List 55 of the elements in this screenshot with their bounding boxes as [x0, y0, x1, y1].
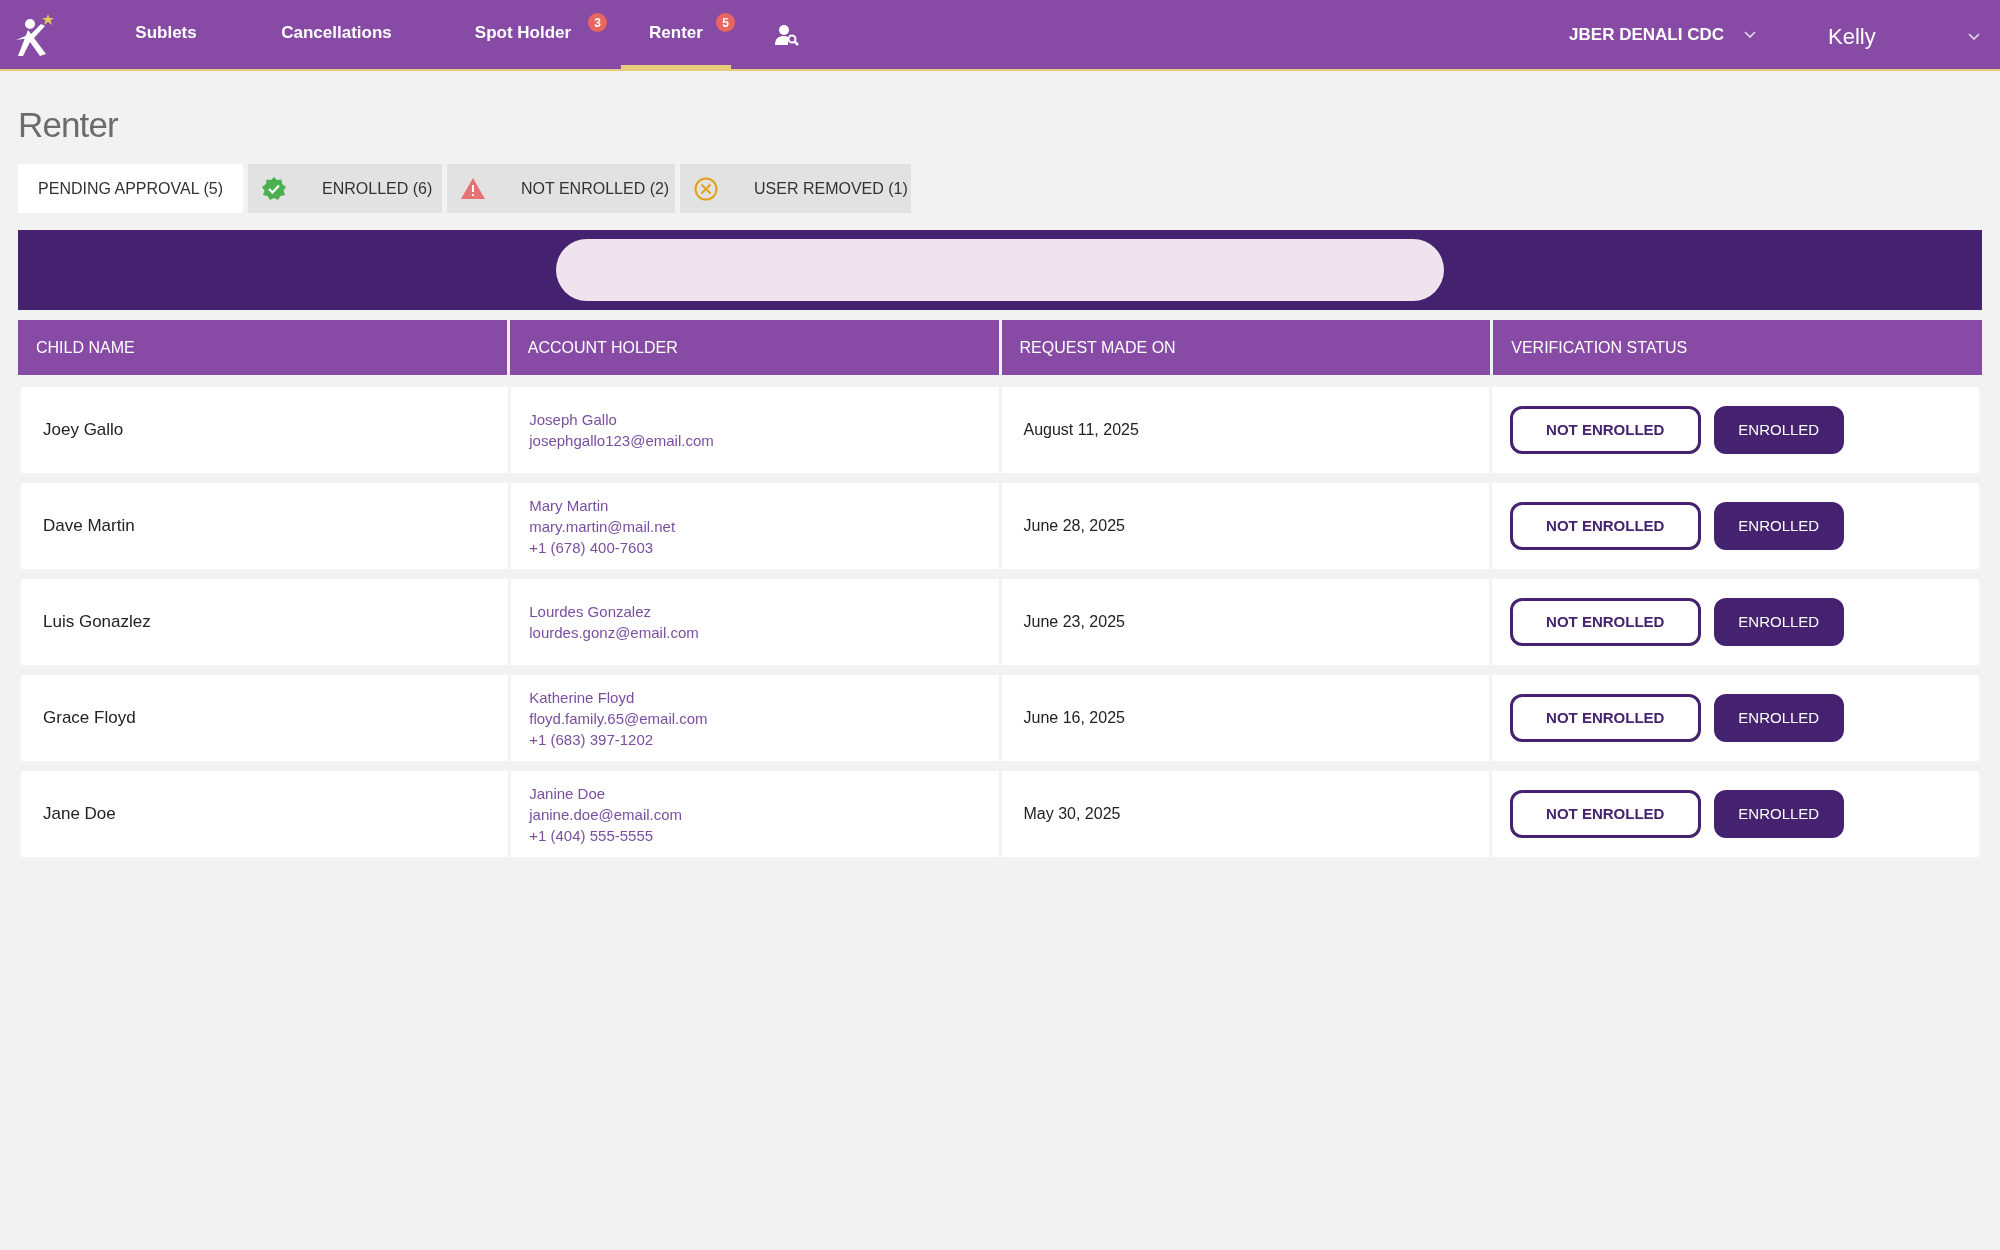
enrolled-button[interactable]: ENROLLED	[1713, 406, 1844, 454]
warning-icon	[461, 178, 485, 199]
account-holder-detail: janine.doe@email.com	[529, 804, 683, 825]
not-enrolled-button[interactable]: NOT ENROLLED	[1509, 502, 1701, 550]
user-search-icon[interactable]	[775, 23, 799, 46]
column-header: REQUEST MADE ON	[1001, 320, 1491, 375]
chevron-down-icon	[1744, 30, 1756, 39]
account-holder-detail: +1 (678) 400-7603	[529, 537, 655, 558]
chevron-down-icon	[1968, 32, 1980, 41]
account-holder-detail: josephgallo123@email.com	[529, 431, 714, 451]
account-holder-detail: +1 (683) 397-1202	[529, 729, 655, 750]
request-date: June 16, 2025	[1022, 708, 1125, 728]
enrolled-button[interactable]: ENROLLED	[1713, 694, 1844, 742]
column-header: CHILD NAME	[18, 320, 507, 375]
account-holder-detail: Joseph Gallo	[529, 410, 618, 430]
request-date: May 30, 2025	[1022, 804, 1121, 824]
enrolled-button[interactable]: ENROLLED	[1713, 790, 1844, 838]
child-name: Luis Gonazlez	[42, 611, 151, 634]
filter-tab[interactable]: USER REMOVED (1)	[680, 164, 911, 213]
column-header: VERIFICATION STATUS	[1493, 320, 1982, 375]
request-date: August 11, 2025	[1022, 420, 1139, 440]
center-dropdown[interactable]: JBER DENALI CDC	[1569, 0, 1828, 69]
not-enrolled-button[interactable]: NOT ENROLLED	[1509, 790, 1701, 838]
account-holder-detail: Janine Doe	[529, 783, 607, 804]
nav-tab[interactable]: Sublets	[102, 0, 230, 69]
check-badge-icon	[262, 176, 286, 201]
not-enrolled-button[interactable]: NOT ENROLLED	[1509, 406, 1701, 454]
count-badge: 3	[588, 13, 607, 32]
not-enrolled-button[interactable]: NOT ENROLLED	[1509, 598, 1701, 646]
child-name: Jane Doe	[42, 803, 116, 826]
filter-tab[interactable]: NOT ENROLLED (2)	[447, 164, 675, 213]
cancel-circle-icon	[694, 176, 718, 201]
nav-tab[interactable]: Cancellations	[248, 0, 425, 69]
filter-tab[interactable]: PENDING APPROVAL (5)	[18, 164, 243, 213]
enrolled-button[interactable]: ENROLLED	[1713, 598, 1844, 646]
account-holder-detail: lourdes.gonz@email.com	[529, 623, 699, 643]
account-holder-detail: floyd.family.65@email.com	[529, 708, 708, 729]
request-date: June 28, 2025	[1022, 516, 1125, 536]
column-header: ACCOUNT HOLDER	[509, 320, 999, 375]
count-badge: 5	[716, 13, 735, 32]
page-title: Renter	[18, 105, 119, 145]
account-holder-detail: Katherine Floyd	[529, 687, 636, 708]
child-name: Dave Martin	[42, 515, 135, 538]
account-holder-detail: Mary Martin	[529, 495, 610, 516]
account-holder-detail: +1 (404) 555-5555	[529, 825, 655, 846]
request-date: June 23, 2025	[1022, 612, 1125, 632]
child-name: Grace Floyd	[42, 707, 136, 730]
account-holder-detail: Lourdes Gonzalez	[529, 602, 652, 622]
nav-tab[interactable]: Renter 5	[621, 0, 731, 69]
enrolled-button[interactable]: ENROLLED	[1713, 502, 1844, 550]
user-dropdown[interactable]: Kelly	[1828, 0, 1980, 69]
account-holder-detail: mary.martin@mail.net	[529, 516, 676, 537]
child-name: Joey Gallo	[42, 419, 124, 442]
not-enrolled-button[interactable]: NOT ENROLLED	[1509, 694, 1701, 742]
filter-tab[interactable]: ENROLLED (6)	[248, 164, 442, 213]
